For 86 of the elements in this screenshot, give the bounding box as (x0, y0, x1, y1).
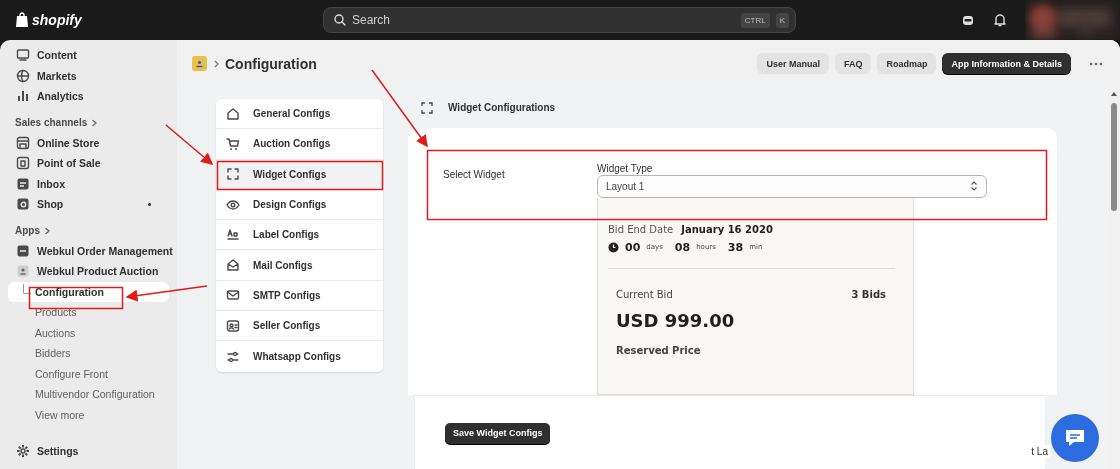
end-date-label: Bid End Date (608, 223, 674, 235)
app-info-button[interactable]: App Information & Details (942, 53, 1071, 74)
app-icon (192, 56, 207, 71)
shortcut-key: K (775, 12, 789, 28)
sidebar-item[interactable]: Settings (8, 440, 169, 461)
chat-button[interactable] (1051, 414, 1099, 462)
sidebar-item[interactable]: Markets (8, 65, 169, 86)
envelope-open-icon (226, 258, 240, 273)
sidebar-item[interactable]: Bidders (8, 343, 169, 364)
tree-connector-icon (23, 283, 31, 294)
header-button[interactable]: User Manual (757, 53, 829, 74)
monitor-icon (16, 48, 30, 63)
bag-icon (15, 12, 29, 28)
current-bid: USD 999.00 (616, 309, 736, 331)
menu-item[interactable]: Seller Configs (216, 311, 383, 342)
globe-icon (16, 68, 30, 83)
sidebar-item[interactable]: Shop (8, 194, 169, 215)
chevron-icon (212, 58, 220, 69)
updown-icon (970, 180, 978, 193)
search-icon (334, 14, 346, 26)
countdown-value: 08 (674, 240, 691, 254)
bar-chart-icon (16, 89, 30, 104)
more-icon (1089, 61, 1103, 66)
scrollbar-thumb[interactable] (1111, 103, 1117, 211)
sidebar-item[interactable]: Inbox (8, 173, 169, 194)
current-bid-label: Current Bid (616, 288, 673, 300)
save-button[interactable]: Save Widget Configs (445, 422, 551, 444)
eye-icon (226, 197, 240, 212)
id-card-icon (226, 318, 240, 333)
shop-icon (16, 197, 30, 212)
clock-icon (608, 241, 619, 253)
annotation-arrow (165, 124, 214, 165)
language-selector[interactable]: t La (1029, 445, 1050, 458)
widget-type-select[interactable]: Layout 1 (597, 174, 987, 198)
menu-item[interactable]: Auction Configs (216, 129, 383, 160)
sidebar-item[interactable]: Webkul Product Auction (8, 261, 169, 282)
page-title: Configuration (225, 55, 317, 72)
header-button[interactable]: Roadmap (877, 53, 937, 74)
sidebar-item[interactable]: Content (8, 45, 169, 66)
menu-item[interactable]: General Configs (216, 99, 383, 130)
chevron-icon (90, 118, 99, 127)
search-field[interactable]: Search CTRL K (323, 7, 796, 33)
register-icon (16, 156, 30, 171)
section-label: Select Widget (443, 169, 505, 180)
app-icon (16, 264, 30, 279)
sidebar-item[interactable]: Analytics (8, 86, 169, 107)
sidebar-item[interactable]: Online Store (8, 132, 169, 153)
reserved-price-label: Reserved Price (616, 344, 702, 356)
logo-text: shopify (32, 12, 82, 28)
app-icon (16, 243, 30, 258)
text-style-icon (226, 227, 240, 242)
menu-item[interactable]: Label Configs (216, 220, 383, 251)
section-heading[interactable]: Apps (15, 222, 177, 239)
store-icon (16, 135, 30, 150)
shortcut-key: CTRL (740, 12, 770, 28)
panel-title: Widget Configurations (448, 102, 556, 113)
countdown-value: 00 (625, 240, 641, 254)
envelope-icon (226, 288, 240, 303)
sidebar-item[interactable]: Point of Sale (8, 153, 169, 174)
bell-icon (993, 13, 1007, 27)
sidebar-item[interactable]: Configuration (8, 281, 169, 302)
menu-item[interactable]: Mail Configs (216, 250, 383, 281)
section-heading[interactable]: Sales channels (15, 114, 177, 131)
menu-item[interactable]: SMTP Configs (216, 280, 383, 312)
sidebar-item[interactable]: Multivendor Configuration (8, 384, 169, 405)
sidebar-item[interactable]: Auctions (8, 322, 169, 343)
chat-icon (1064, 428, 1086, 448)
menu-item[interactable]: Design Configs (216, 189, 383, 221)
sliders-icon (226, 349, 240, 364)
countdown-value: 38 (727, 240, 744, 254)
header-button[interactable]: FAQ (834, 53, 872, 74)
search-input[interactable]: Search (352, 13, 735, 27)
sidebar-item[interactable]: Configure Front (8, 363, 169, 384)
frame-corners-icon (421, 102, 433, 114)
chevron-icon (43, 226, 51, 235)
end-date: January 16 2020 (681, 223, 773, 235)
sidebar-item[interactable]: View more (8, 404, 169, 425)
frame-corners-icon (226, 167, 240, 182)
house-icon (226, 106, 240, 121)
inbox-icon (16, 176, 30, 191)
field-label: Widget Type (597, 163, 654, 175)
menu-item[interactable]: Whatsapp Configs (216, 341, 383, 372)
settings-icon (16, 443, 30, 458)
bid-count: 3 Bids (851, 288, 886, 300)
scroll-up-icon (1110, 91, 1118, 97)
cart-icon (226, 136, 240, 151)
